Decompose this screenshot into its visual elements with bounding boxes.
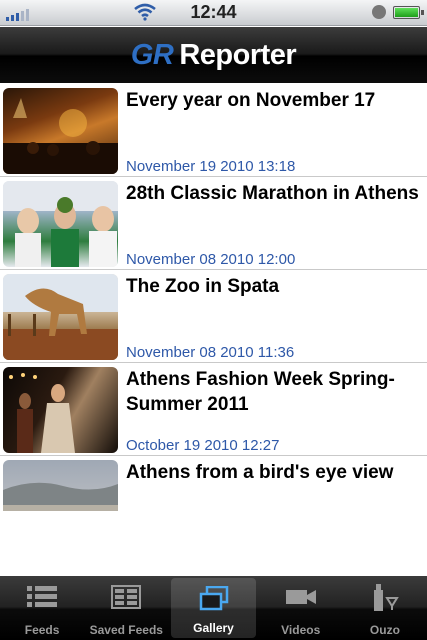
article-thumbnail — [3, 367, 118, 453]
article-thumbnail — [3, 88, 118, 174]
list-icon — [27, 586, 58, 607]
saved-grid-icon — [111, 585, 142, 609]
tab-label: Gallery — [193, 621, 234, 635]
alarm-icon — [372, 5, 386, 19]
app-logo: GR Reporter — [130, 38, 297, 72]
article-date: October 19 2010 12:27 — [126, 437, 280, 454]
logo-prefix: GR — [130, 38, 174, 71]
status-time: 12:44 — [190, 2, 237, 22]
article-row[interactable]: 28th Classic Marathon in Athens November… — [0, 177, 427, 270]
article-row[interactable]: Athens Fashion Week Spring-Summer 2011 O… — [0, 363, 427, 456]
tab-videos[interactable]: Videos — [259, 576, 343, 640]
article-date: November 08 2010 12:00 — [126, 251, 296, 268]
tab-ouzo[interactable]: Ouzo — [343, 576, 427, 640]
tab-feeds[interactable]: Feeds — [0, 576, 84, 640]
article-row[interactable]: The Zoo in Spata November 08 2010 11:36 — [0, 270, 427, 363]
article-title: 28th Classic Marathon in Athens — [126, 183, 419, 204]
article-title: Every year on November 17 — [126, 90, 376, 111]
battery-icon — [393, 6, 424, 19]
tab-label: Feeds — [24, 623, 60, 637]
tab-gallery[interactable]: Gallery — [171, 578, 256, 638]
article-date: November 08 2010 11:36 — [126, 344, 295, 361]
tab-label: Ouzo — [369, 623, 400, 637]
tab-label: Saved Feeds — [89, 623, 163, 637]
tab-saved-feeds[interactable]: Saved Feeds — [84, 576, 168, 640]
tab-bar: Feeds Saved Feeds Gallery Videos Ouzo — [0, 576, 427, 640]
status-bar: 12:44 — [0, 0, 427, 26]
article-thumbnail — [3, 460, 118, 511]
article-list[interactable]: Every year on November 17 November 19 20… — [0, 84, 427, 511]
ouzo-bottle-icon — [373, 584, 399, 611]
tab-label: Videos — [281, 623, 321, 637]
article-title: Athens from a bird's eye view — [126, 462, 394, 483]
article-title: The Zoo in Spata — [126, 276, 280, 297]
article-row[interactable]: Every year on November 17 November 19 20… — [0, 84, 427, 177]
article-row[interactable]: Athens from a bird's eye view — [0, 456, 427, 511]
article-title: Athens Fashion Week Spring-Summer 2011 — [126, 369, 395, 415]
video-camera-icon — [285, 590, 316, 604]
logo-text: Reporter — [179, 38, 297, 71]
article-thumbnail — [3, 181, 118, 267]
app-header: GR Reporter — [0, 27, 427, 83]
article-thumbnail — [3, 274, 118, 360]
gallery-icon — [199, 586, 228, 611]
article-date: November 19 2010 13:18 — [126, 158, 296, 175]
